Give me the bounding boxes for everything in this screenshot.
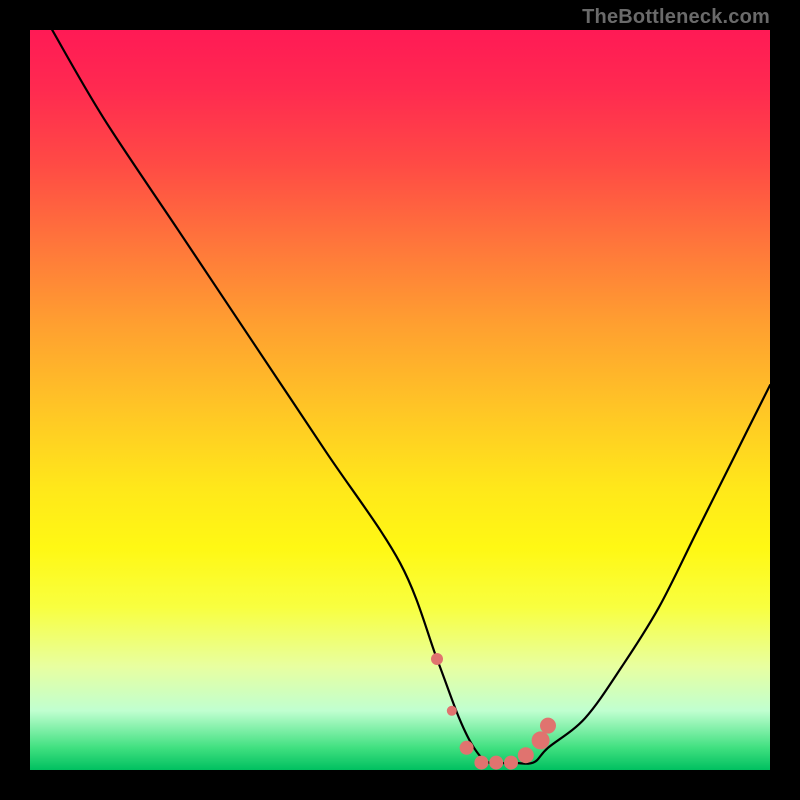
highlight-markers <box>431 653 556 770</box>
marker-dot <box>489 756 503 770</box>
marker-dot <box>474 756 488 770</box>
marker-dot <box>460 741 474 755</box>
marker-dot <box>431 653 443 665</box>
curve-layer <box>30 30 770 770</box>
marker-dot <box>447 706 457 716</box>
bottleneck-curve <box>52 30 770 764</box>
chart-canvas: TheBottleneck.com <box>0 0 800 800</box>
marker-dot <box>504 756 518 770</box>
marker-dot <box>518 747 534 763</box>
watermark-text: TheBottleneck.com <box>582 6 770 29</box>
marker-dot <box>532 731 550 749</box>
marker-dot <box>540 718 556 734</box>
